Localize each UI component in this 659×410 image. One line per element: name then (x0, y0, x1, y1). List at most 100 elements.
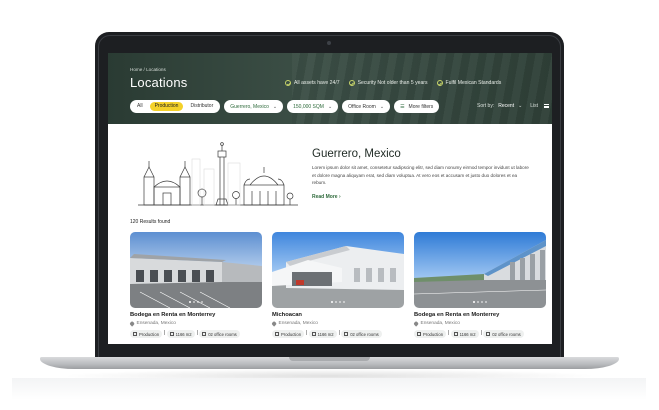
divider (164, 330, 165, 335)
area-icon (311, 332, 316, 336)
warehouse-photo (272, 232, 404, 308)
property-card[interactable]: Bodega en Renta en Monterrey Ensenada, M… (413, 232, 546, 338)
carousel-dots[interactable] (272, 301, 404, 303)
property-image[interactable] (130, 232, 262, 308)
list-view-icon[interactable] (544, 104, 550, 108)
property-location: Ensenada, Mexico (129, 321, 262, 326)
property-place-label: Ensenada, Mexico (278, 321, 318, 326)
badge-label: Security Not older than 5 years (357, 80, 428, 86)
property-tags: Production 1166 m2 02 office rooms (414, 330, 546, 338)
map-pin-icon (271, 321, 277, 326)
property-card[interactable]: Bodega en Renta en Monterrey Ensenada, M… (129, 232, 262, 338)
tag-area: 1166 m2 (166, 330, 195, 338)
chevron-down-icon: ⌄ (379, 103, 385, 110)
property-card[interactable]: Michoacan Ensenada, Mexico Production 11… (271, 232, 404, 338)
room-dropdown[interactable]: Office Room ⌄ (342, 100, 391, 113)
segment-all[interactable]: All (132, 102, 148, 111)
badge-label: All assets have 24/7 (294, 80, 340, 86)
office-icon (486, 332, 491, 336)
chevron-right-icon: › (338, 194, 341, 200)
tag-rooms: 02 office rooms (483, 330, 524, 338)
building-icon (133, 332, 137, 336)
sort-control[interactable]: Sort by: Recent ⌄ List (477, 103, 550, 109)
badge-standards: Fulfil Mexican Standards (436, 80, 502, 86)
hero-background (292, 53, 552, 124)
divider (448, 330, 449, 335)
badge-age: Security Not older than 5 years (348, 80, 428, 86)
breadcrumb[interactable]: Home / Locations (130, 67, 166, 72)
property-location: Ensenada, Mexico (413, 321, 546, 326)
filter-bar: All Production Distributor Guerrero, Mex… (130, 100, 440, 113)
tag-label: Production (281, 331, 302, 337)
map-pin-icon (413, 321, 419, 326)
badge-security: All assets have 24/7 (285, 80, 340, 86)
screen: Home / Locations Locations All assets ha… (108, 53, 552, 344)
divider (196, 330, 198, 335)
property-tags: Production 1166 m2 02 office rooms (272, 330, 404, 338)
more-filters-button[interactable]: ☰ More filters (394, 100, 440, 113)
floor (12, 378, 646, 400)
segment-distributor[interactable]: Distributor (185, 102, 218, 111)
laptop-notch (289, 357, 370, 361)
tag-label: Production (139, 331, 160, 337)
segment-production[interactable]: Production (149, 102, 184, 111)
property-location: Ensenada, Mexico (271, 321, 404, 326)
carousel-dots[interactable] (130, 301, 262, 303)
read-more-label: Read More (312, 194, 338, 200)
property-image[interactable] (272, 232, 404, 308)
sort-label: Sort by: (477, 103, 495, 109)
check-circle-icon (348, 80, 355, 86)
assurance-badges: All assets have 24/7 Security Not older … (285, 80, 501, 86)
building-icon (275, 332, 279, 336)
tag-label: 1166 m2 (459, 331, 476, 337)
tag-rooms: 02 office rooms (199, 330, 240, 338)
chevron-down-icon: ⌄ (518, 103, 523, 109)
hero-banner: Home / Locations Locations All assets ha… (108, 53, 552, 124)
office-icon (344, 332, 349, 336)
location-value: Guerrero, Mexico (230, 103, 269, 110)
check-circle-icon (285, 80, 291, 86)
type-segmented-control: All Production Distributor (130, 100, 221, 113)
page-title: Locations (130, 75, 188, 90)
property-tags: Production 1166 m2 02 office rooms (130, 330, 262, 338)
divider (338, 330, 340, 335)
tag-label: 02 office rooms (350, 331, 379, 337)
read-more-link[interactable]: Read More › (312, 194, 341, 200)
chevron-down-icon: ⌄ (272, 103, 278, 110)
property-name[interactable]: Michoacan (272, 312, 404, 318)
tag-area: 1166 m2 (308, 330, 337, 338)
view-label[interactable]: List (530, 103, 538, 109)
badge-label: Fulfil Mexican Standards (445, 80, 502, 86)
camera-icon (327, 41, 331, 45)
divider (306, 330, 307, 335)
area-icon (453, 332, 458, 336)
tag-type: Production (414, 330, 447, 338)
chevron-down-icon: ⌄ (327, 103, 333, 110)
sort-value: Recent (498, 103, 515, 109)
area-icon (169, 332, 174, 336)
location-dropdown[interactable]: Guerrero, Mexico ⌄ (224, 100, 284, 113)
building-icon (417, 332, 421, 336)
property-name[interactable]: Bodega en Renta en Monterrey (130, 312, 262, 318)
size-value: 150,000 SQM (293, 103, 324, 110)
size-dropdown[interactable]: 150,000 SQM ⌄ (287, 100, 339, 113)
room-value: Office Room (348, 103, 376, 110)
property-place-label: Ensenada, Mexico (136, 321, 176, 326)
tag-area: 1166 m2 (450, 330, 479, 338)
property-name[interactable]: Bodega en Renta en Monterrey (414, 312, 546, 318)
warehouse-photo (414, 232, 546, 308)
tag-type: Production (272, 330, 305, 338)
carousel-dots[interactable] (414, 301, 546, 303)
results-count: 120 Results found (130, 219, 171, 225)
divider (480, 330, 482, 335)
tag-label: 02 office rooms (492, 331, 521, 337)
warehouse-photo (130, 232, 262, 308)
location-title: Guerrero, Mexico (312, 148, 401, 160)
map-pin-icon (129, 321, 135, 326)
property-image[interactable] (414, 232, 546, 308)
tag-label: Production (423, 331, 444, 337)
check-circle-icon (436, 80, 443, 86)
tag-label: 02 office rooms (208, 331, 237, 337)
tag-rooms: 02 office rooms (341, 330, 382, 338)
tag-label: 1166 m2 (317, 331, 334, 337)
